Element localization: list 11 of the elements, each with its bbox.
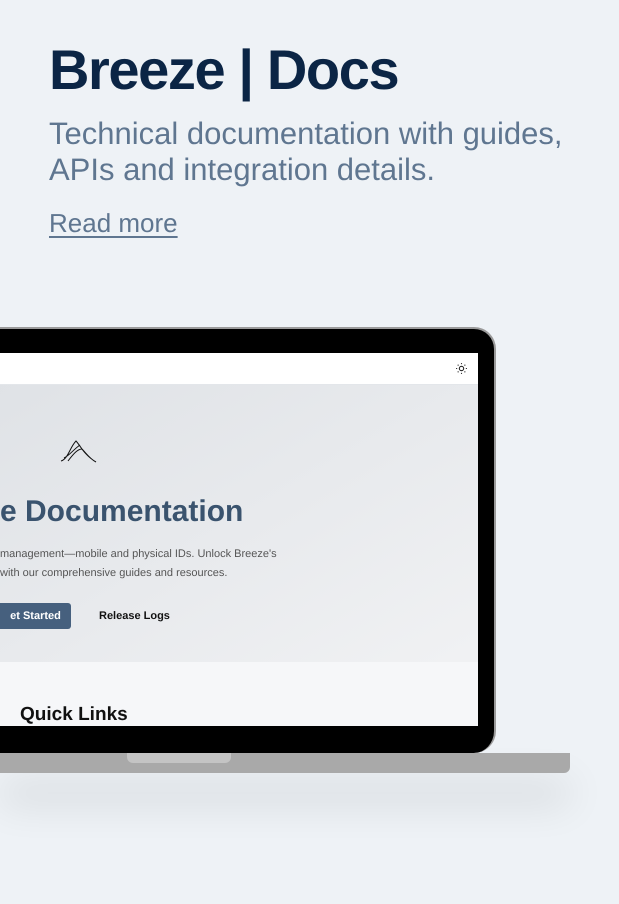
get-started-button[interactable]: et Started [0,603,71,629]
read-more-link[interactable]: Read more [49,208,178,238]
mountain-logo-icon [60,439,98,463]
sun-icon[interactable] [455,362,468,375]
hero-description: management—mobile and physical IDs. Unlock Breeze's [0,547,278,562]
release-logs-button[interactable]: Release Logs [99,603,170,629]
section-title: Quick Links [20,704,129,726]
card-title: Breeze | Docs [49,38,400,102]
card-subtitle: Technical documentation with guides, APIs and integration details. [49,116,564,188]
hero-heading: e Documentation [0,495,244,529]
hero-description: with our comprehensive guides and resources. [0,566,228,581]
